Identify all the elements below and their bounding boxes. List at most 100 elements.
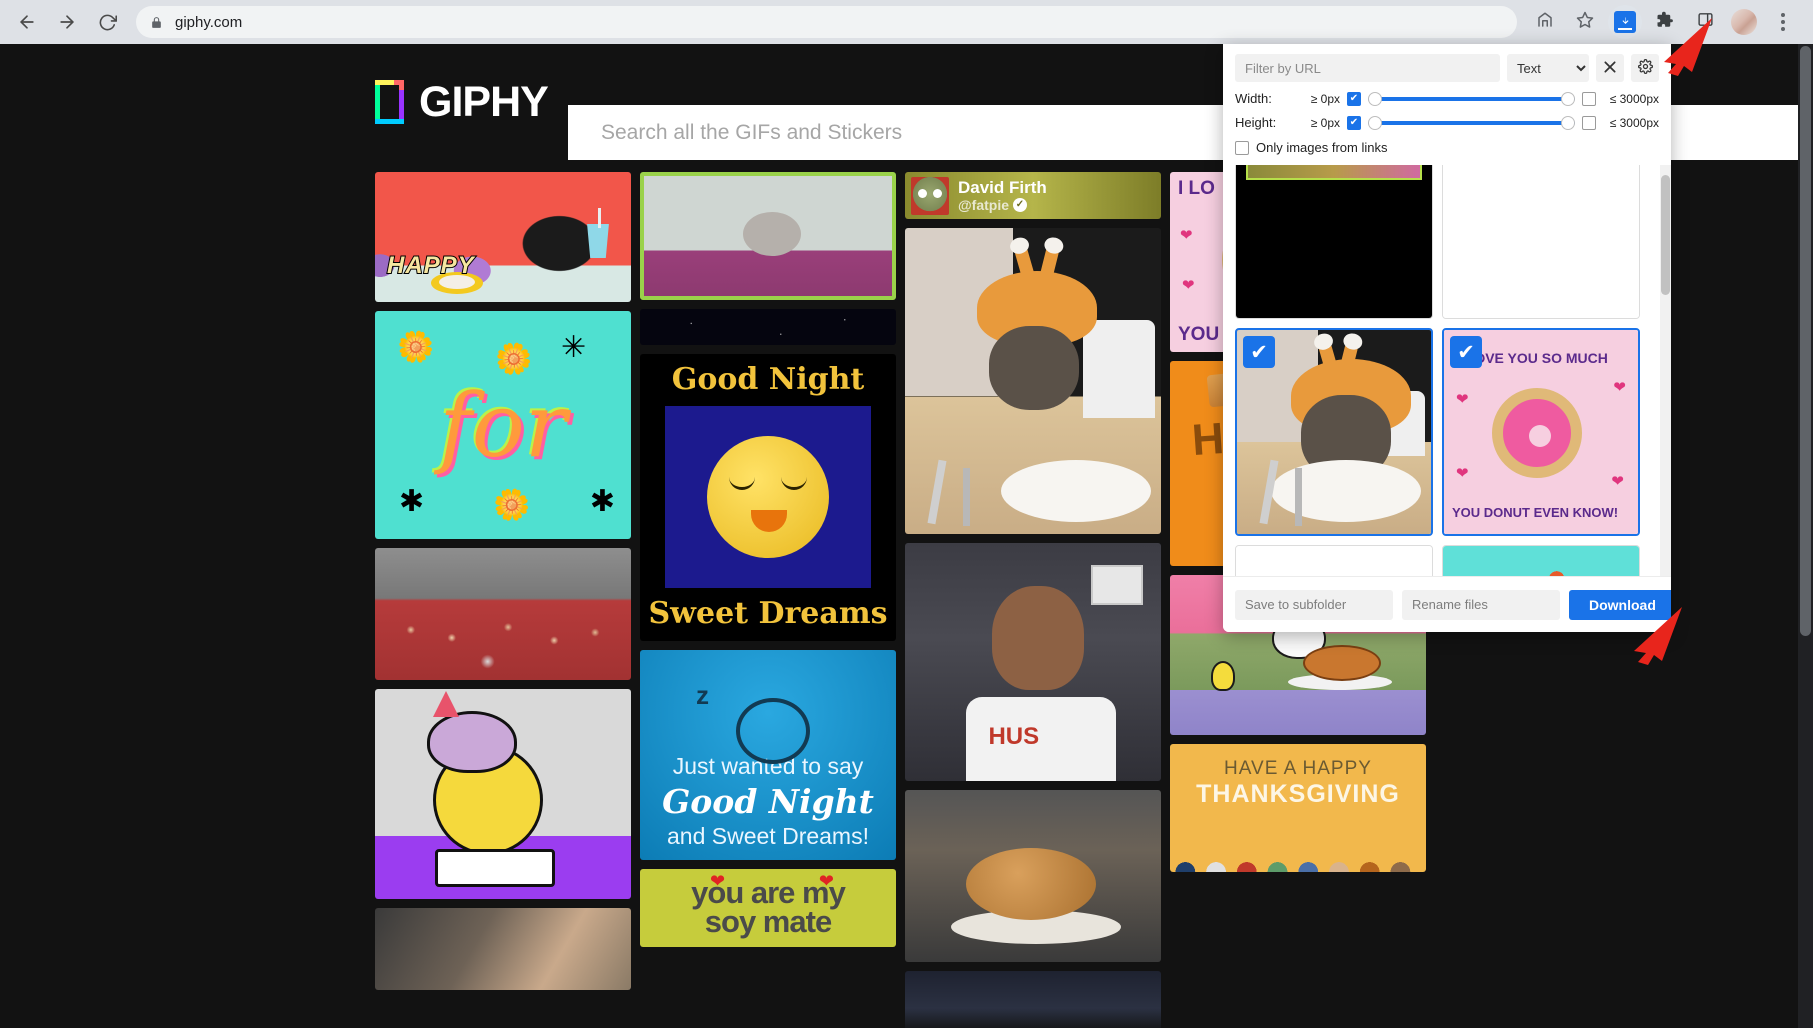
thumbnail-donut-love[interactable]: ✔ I LOVE YOU SO MUCH ❤ ❤ ❤ ❤ YOU DONUT E… [1442,328,1640,536]
annotation-arrow-download [1620,605,1690,665]
width-max-checkbox[interactable] [1582,91,1596,106]
avatar[interactable] [1731,9,1757,35]
reload-button[interactable] [90,5,124,39]
gif-tile-store[interactable] [905,971,1161,1028]
width-filter-row: Width: ≥ 0px ≤ 3000px [1235,91,1659,106]
gif-tile-space[interactable] [640,309,896,345]
gif-tile-happy-dog-text: HAPPY [386,251,475,280]
grid-column-2: Good Night Sweet Dreams z Just wanted to… [640,172,896,1028]
filter-url-input[interactable] [1235,54,1500,82]
flower-icon: 🌼 [495,343,533,376]
selected-check-icon[interactable]: ✔ [1450,336,1482,368]
thanksgiving-line1: HAVE A HAPPY [1224,758,1372,779]
gif-tile-good-night-moon[interactable]: Good Night Sweet Dreams [640,354,896,641]
woodstock-icon [1210,661,1235,692]
thumbnail-animals-banner[interactable] [1442,165,1640,319]
gif-tile-lady[interactable] [640,172,896,300]
user-card-david-firth[interactable]: David Firth @fatpie ✓ [905,172,1161,219]
thumbnail-space-strip[interactable] [1235,165,1433,319]
user-name: David Firth [958,177,1047,197]
heart-icon: ❤ [1180,227,1193,244]
donut-thumb-bottom-text: YOU DONUT EVEN KNOW! [1452,505,1619,520]
chrome-menu-button[interactable] [1766,5,1800,39]
gif-tile-sweet-dreams[interactable]: z Just wanted to say Good Night and Swee… [640,650,896,860]
verified-badge-icon: ✓ [1013,197,1027,212]
flower-icon: 🌼 [397,331,435,364]
flower-icon: ✱ [399,485,425,518]
gif-tile-for-text: for [439,373,567,477]
height-min-checkbox[interactable] [1347,115,1361,130]
back-arrow-icon [17,12,37,32]
gif-tile-basketball-player[interactable] [905,543,1161,781]
gif-tile-for[interactable]: 🌼 🌼 ✳ ✱ 🌼 ✱ for [375,311,631,539]
image-downloader-popup: Text Width: ≥ 0px ≤ 3000px [1223,44,1671,632]
gif-tile-baby[interactable] [375,908,631,990]
gif-tile-crowd[interactable] [375,548,631,680]
grid-column-3: David Firth @fatpie ✓ [905,172,1161,1028]
close-popup-button[interactable] [1596,54,1624,82]
heart-icon: ❤ [818,871,834,891]
annotation-arrow-extension [1650,16,1720,76]
heart-icon: ❤ [1611,473,1624,490]
reload-icon [98,13,117,32]
width-slider[interactable] [1368,91,1575,106]
share-button[interactable] [1528,5,1562,39]
giphy-logo-text: GIPHY [419,77,549,126]
donut-top-text: I LO [1178,178,1215,199]
save-to-subfolder-input[interactable] [1235,589,1393,620]
only-links-label: Only images from links [1256,140,1388,155]
only-links-checkbox[interactable] [1235,140,1249,155]
three-dot-menu-icon [1781,13,1785,31]
gif-tile-happy-dog[interactable]: HAPPY [375,172,631,302]
width-label: Width: [1235,91,1272,106]
soy-mate-line2: soy mate [704,904,832,939]
height-slider[interactable] [1368,115,1575,130]
good-night-top-text: Good Night [671,362,865,397]
popup-scrollbar-thumb[interactable] [1661,175,1670,295]
width-slider-min-handle[interactable] [1368,91,1382,106]
height-slider-min-handle[interactable] [1368,115,1382,130]
gif-tile-cupcake-character[interactable] [375,689,631,899]
height-max-checkbox[interactable] [1582,115,1596,130]
address-bar[interactable]: giphy.com [136,6,1517,38]
forward-button[interactable] [50,5,84,39]
popup-thumbnail-area: ✔ ✔ I LOVE YOU SO MUCH ❤ ❤ ❤ ❤ YOU DONUT… [1223,165,1671,576]
flower-icon: ✳ [561,331,587,364]
gif-tile-have-a-happy-thanksgiving[interactable]: HAVE A HAPPY THANKSGIVING [1170,744,1426,872]
gif-tile-turkey-hat-dog[interactable] [905,228,1161,534]
height-min-value: ≥ 0px [1310,115,1340,130]
url-text: giphy.com [175,13,243,31]
star-icon [1576,11,1594,34]
back-button[interactable] [10,5,44,39]
bookmark-button[interactable] [1568,5,1602,39]
gif-tile-soy-mate[interactable]: ❤ ❤ you are my soy mate [640,869,896,947]
gif-tile-roast-turkey[interactable] [905,790,1161,962]
grid-column-1: HAPPY 🌼 🌼 ✳ ✱ 🌼 ✱ for [375,172,631,1028]
selected-check-icon[interactable]: ✔ [1243,336,1275,368]
page-scrollbar-thumb[interactable] [1800,46,1811,636]
width-min-checkbox[interactable] [1347,91,1361,106]
heart-icon: ❤ [1613,379,1626,396]
thumbnail-donut-partial[interactable] [1235,545,1433,576]
thumbnail-floral[interactable] [1442,545,1640,576]
height-max-value: ≤ 3000px [1609,115,1659,130]
only-links-row[interactable]: Only images from links [1235,140,1659,155]
lock-icon [150,16,163,29]
thumbnail-turkey-dog[interactable]: ✔ [1235,328,1433,536]
popup-scrollbar[interactable] [1660,165,1671,576]
page-scrollbar[interactable] [1798,44,1813,1028]
filter-type-select[interactable]: Text [1507,54,1589,82]
giphy-logo[interactable]: GIPHY [375,77,549,126]
image-downloader-extension-button[interactable] [1608,5,1642,39]
width-max-value: ≤ 3000px [1609,91,1659,106]
user-handle: @fatpie [958,196,1009,213]
moon-icon [707,435,829,558]
popup-footer: Download [1223,576,1671,632]
height-slider-max-handle[interactable] [1561,115,1575,130]
heart-icon: ❤ [1182,277,1195,294]
flower-icon: 🌼 [493,489,531,522]
width-slider-max-handle[interactable] [1561,91,1575,106]
zzz-text: z [696,680,709,710]
giphy-logo-icon [375,80,409,124]
rename-files-input[interactable] [1402,589,1560,620]
